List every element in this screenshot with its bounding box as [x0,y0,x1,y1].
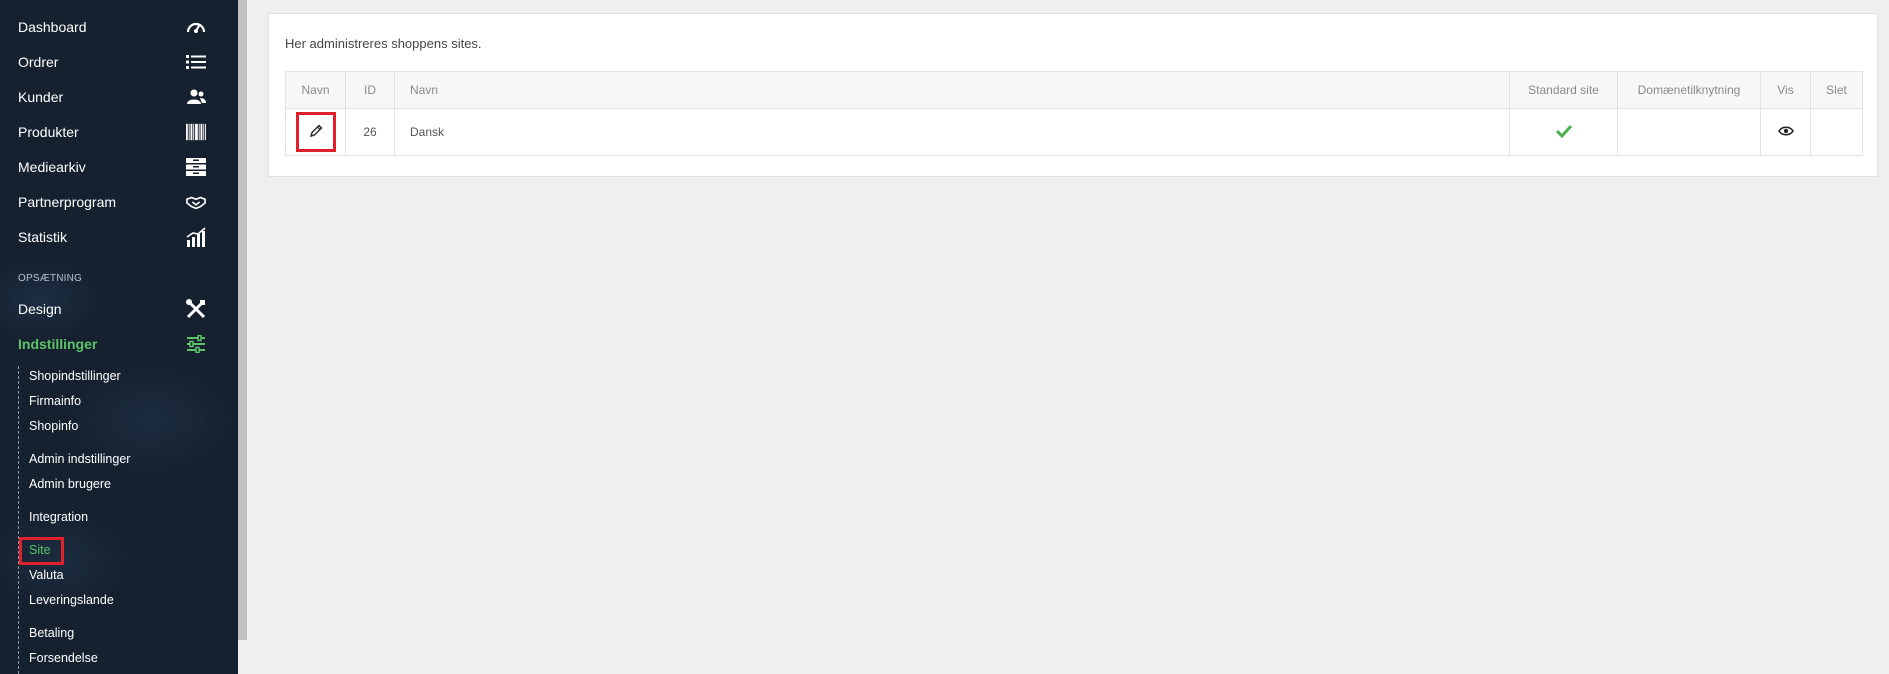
nav-item-produkter[interactable]: Produkter [18,121,206,143]
sub-item-forsendelse[interactable]: Forsendelse [29,651,98,665]
sidebar-scrollbar[interactable] [238,0,247,640]
sites-table: Navn ID Navn Standard site Domænetilknyt… [285,71,1863,156]
sub-item-integration[interactable]: Integration [29,510,88,524]
tools-icon [186,299,206,319]
cell-name: Dansk [394,108,1510,156]
sub-item-shopinfo[interactable]: Shopinfo [29,419,78,433]
nav-item-mediearkiv[interactable]: Mediearkiv [18,156,206,178]
nav-item-partnerprogram[interactable]: Partnerprogram [18,191,206,213]
chart-icon [186,227,206,247]
barcode-icon [186,122,206,142]
nav-item-label: Statistik [18,229,68,245]
cell-edit [285,108,346,156]
cell-id: 26 [345,108,395,156]
submenu-guide-line [18,366,19,674]
col-header-standard-site: Standard site [1509,71,1618,109]
sub-item-firmainfo[interactable]: Firmainfo [29,394,81,408]
col-header-id: ID [345,71,395,109]
col-header-vis: Vis [1760,71,1811,109]
sites-panel: Her administreres shoppens sites. Navn I… [268,13,1878,177]
speedometer-icon [186,17,206,37]
cell-slet [1810,108,1863,156]
nav-item-label: Design [18,301,62,317]
nav-item-statistik[interactable]: Statistik [18,226,206,248]
cell-standard-site [1509,108,1618,156]
col-header-domain: Domænetilknytning [1617,71,1761,109]
cell-domain [1617,108,1761,156]
nav-item-label: Partnerprogram [18,194,117,210]
section-label-setup: OPSÆTNING [18,273,83,284]
nav-item-dashboard[interactable]: Dashboard [18,16,206,38]
nav-item-label: Indstillinger [18,336,98,352]
table-header-row: Navn ID Navn Standard site Domænetilknyt… [285,71,1863,109]
check-icon [1555,124,1573,141]
sub-item-valuta[interactable]: Valuta [29,568,64,582]
sub-item-shopindstillinger[interactable]: Shopindstillinger [29,369,121,383]
cell-vis [1760,108,1811,156]
list-icon [186,52,206,72]
panel-description: Her administreres shoppens sites. [285,36,482,51]
col-header-slet: Slet [1810,71,1863,109]
sub-item-betaling[interactable]: Betaling [29,626,74,640]
eye-icon[interactable] [1777,125,1794,139]
handshake-icon [186,192,206,212]
archive-icon [186,157,206,177]
sidebar: Dashboard Ordrer Kunder Produkter Mediea… [0,0,238,674]
nav-item-label: Kunder [18,89,64,105]
nav-item-kunder[interactable]: Kunder [18,86,206,108]
sub-item-site[interactable]: Site [29,543,51,557]
nav-item-label: Mediearkiv [18,159,86,175]
nav-item-label: Ordrer [18,54,59,70]
nav-item-label: Dashboard [18,19,87,35]
pencil-icon [309,123,323,141]
nav-item-design[interactable]: Design [18,298,206,320]
col-header-edit: Navn [285,71,346,109]
col-header-name: Navn [394,71,1510,109]
users-icon [186,87,206,107]
sub-item-admin-indstillinger[interactable]: Admin indstillinger [29,452,130,466]
sliders-icon [186,334,206,354]
sub-item-admin-brugere[interactable]: Admin brugere [29,477,111,491]
edit-button[interactable] [295,112,336,152]
nav-item-label: Produkter [18,124,79,140]
table-row: 26 Dansk [285,108,1863,156]
sub-item-leveringslande[interactable]: Leveringslande [29,593,114,607]
nav-item-ordrer[interactable]: Ordrer [18,51,206,73]
nav-item-indstillinger[interactable]: Indstillinger [18,333,206,355]
